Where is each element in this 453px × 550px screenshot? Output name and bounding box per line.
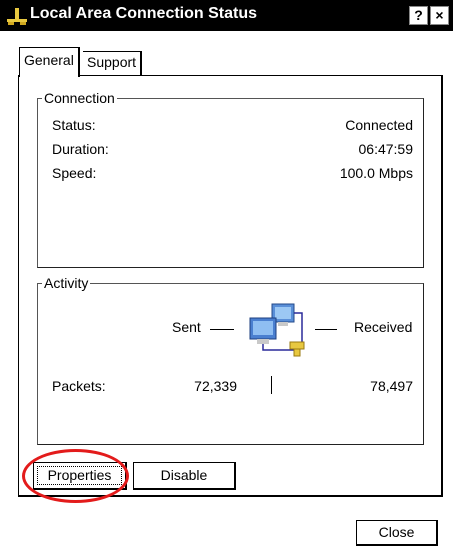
status-value: Connected xyxy=(345,117,413,133)
window-title: Local Area Connection Status xyxy=(30,5,257,22)
speed-label: Speed: xyxy=(52,165,97,181)
connection-group: Connection Status: Connected Duration: 0… xyxy=(37,89,424,268)
packets-separator xyxy=(271,376,272,394)
status-label: Status: xyxy=(52,117,96,133)
activity-group-label: Activity xyxy=(42,274,91,292)
tab-support[interactable]: Support xyxy=(83,51,143,75)
highlight-annotation xyxy=(22,449,129,503)
title-bar: Local Area Connection Status ? × xyxy=(0,0,453,31)
duration-label: Duration: xyxy=(52,141,109,157)
duration-value: 06:47:59 xyxy=(358,141,414,157)
speed-value: 100.0 Mbps xyxy=(339,165,413,181)
help-button[interactable]: ? xyxy=(409,6,428,25)
sent-label: Sent xyxy=(172,319,201,335)
network-computers-icon xyxy=(249,303,305,357)
packets-sent-value: 72,339 xyxy=(194,378,237,394)
tab-general[interactable]: General xyxy=(19,47,80,77)
general-tab-panel: Connection Status: Connected Duration: 0… xyxy=(18,75,443,497)
sent-line xyxy=(210,329,234,330)
packets-received-value: 78,497 xyxy=(370,378,413,394)
received-line xyxy=(315,329,337,330)
disable-button[interactable]: Disable xyxy=(133,462,236,490)
network-connection-icon xyxy=(7,8,27,25)
connection-group-label: Connection xyxy=(42,89,117,107)
received-label: Received xyxy=(354,319,413,335)
close-button[interactable]: Close xyxy=(356,520,438,546)
activity-group: Activity Sent Received Packets: 72,339 7… xyxy=(37,274,424,445)
close-window-button[interactable]: × xyxy=(430,6,449,25)
packets-label: Packets: xyxy=(52,378,106,394)
